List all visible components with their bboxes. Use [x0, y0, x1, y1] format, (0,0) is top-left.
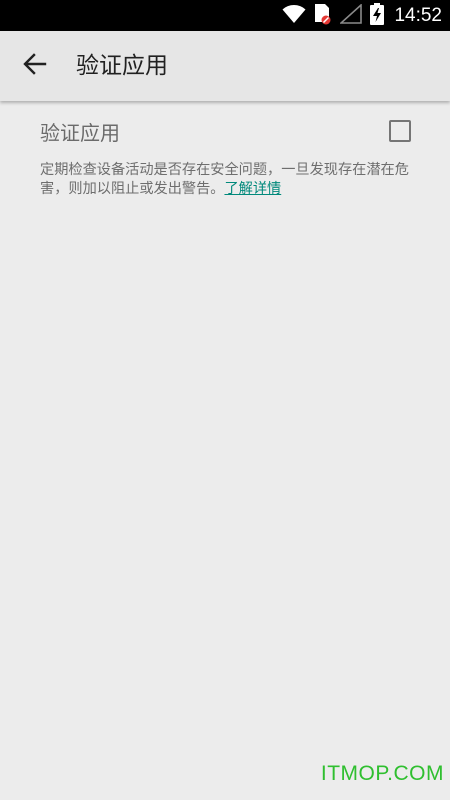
back-button[interactable]	[18, 51, 52, 81]
setting-title: 验证应用	[40, 121, 120, 145]
sim-card-icon	[314, 3, 332, 29]
setting-description: 定期检查设备活动是否存在安全问题，一旦发现存在潜在危害，则加以阻止或发出警告。了…	[40, 161, 434, 199]
status-icons: 14:52	[282, 0, 442, 31]
learn-more-link[interactable]: 了解详情	[224, 181, 281, 197]
status-time: 14:52	[394, 4, 442, 26]
verify-apps-checkbox[interactable]	[389, 120, 411, 142]
page-title: 验证应用	[76, 53, 168, 79]
arrow-left-icon	[23, 53, 47, 79]
wifi-icon	[282, 4, 306, 28]
verify-apps-setting[interactable]: 验证应用 定期检查设备活动是否存在安全问题，一旦发现存在潜在危害，则加以阻止或发…	[0, 101, 450, 211]
app-bar: 验证应用	[0, 31, 450, 101]
signal-icon	[339, 2, 363, 28]
battery-charging-icon	[370, 2, 385, 29]
status-bar: 14:52	[0, 0, 450, 31]
watermark-logo: ITMOP.COM	[320, 762, 444, 785]
